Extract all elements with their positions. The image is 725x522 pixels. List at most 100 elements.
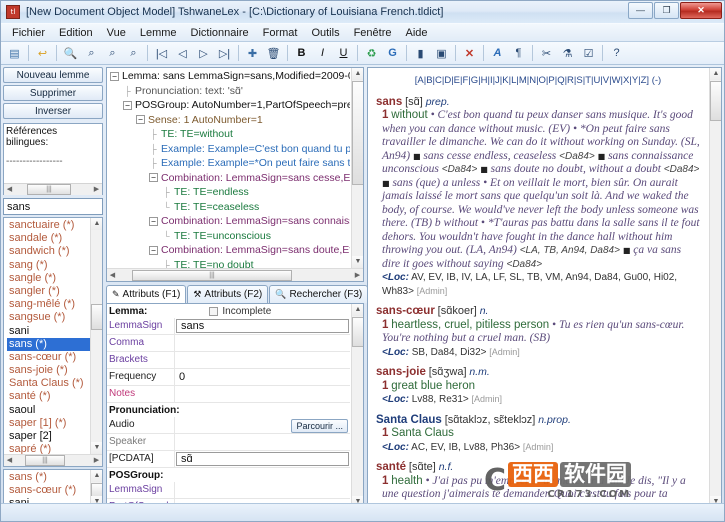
add-icon[interactable]: ✚ — [243, 44, 262, 63]
hscroll-track[interactable]: ||| — [15, 183, 91, 195]
tree-node[interactable]: ├ Example: Example=C'est bon quand tu peu… — [107, 142, 350, 157]
close-x-icon[interactable]: ✕ — [460, 44, 479, 63]
paragraph-icon[interactable]: ¶ — [509, 44, 528, 63]
list-item[interactable]: sans-cœur (*) — [7, 351, 90, 364]
maximize-button[interactable]: ❐ — [654, 2, 679, 19]
scroll-up-icon[interactable]: ▲ — [91, 470, 102, 482]
dictionary-entry[interactable]: sans-joie [sɑ̃ʒwa] n.m. 1 great blue hero… — [376, 366, 700, 407]
list-item[interactable]: Santa Claus (*) — [7, 377, 90, 390]
list-item[interactable]: sanctuaire (*) — [7, 219, 90, 232]
list-item[interactable]: sangsue (*) — [7, 311, 90, 324]
attribute-value-input[interactable] — [175, 434, 350, 450]
binoculars-icon[interactable]: 🔍 — [61, 44, 80, 63]
attribute-value-input[interactable] — [175, 482, 350, 498]
list-item[interactable]: sangle (*) — [7, 272, 90, 285]
tree-node[interactable]: ├ TE: TE=no doubt — [107, 258, 350, 269]
last-record-icon[interactable]: ▷| — [215, 44, 234, 63]
dictionary-entry[interactable]: sans-cœur [sɑ̃koer] n. 1 heartless, cruel… — [376, 305, 700, 359]
spell-icon[interactable]: ⚗ — [558, 44, 577, 63]
tree-node[interactable]: − Sense: 1 AutoNumber=1 — [107, 113, 350, 128]
list-item[interactable]: sans-joie (*) — [7, 364, 90, 377]
font-icon[interactable]: A — [488, 44, 507, 63]
attribute-value-input[interactable]: sɑ̃ — [176, 452, 349, 466]
hscroll-thumb[interactable]: ||| — [25, 455, 65, 466]
scroll-down-icon[interactable]: ▼ — [352, 256, 363, 268]
browse-button[interactable]: Parcourir ... — [291, 418, 348, 433]
list-item[interactable]: santé (*) — [7, 390, 90, 403]
google-icon[interactable]: G — [383, 44, 402, 63]
bold-icon[interactable]: B — [292, 44, 311, 63]
tree-collapse-icon[interactable]: − — [149, 245, 158, 255]
tree-node[interactable]: ├ Pronunciation: text: 'sɑ̃' — [107, 84, 350, 99]
scroll-left-icon[interactable]: ◀ — [4, 183, 15, 195]
list-item[interactable]: sandwich (*) — [7, 245, 90, 258]
scroll-right-icon[interactable]: ▶ — [91, 183, 102, 195]
hscroll-track[interactable]: ||| — [15, 455, 91, 466]
zoom-out-icon[interactable]: ⌕ — [124, 44, 143, 63]
scroll-down-icon[interactable]: ▼ — [91, 442, 102, 454]
menu-item-outils[interactable]: Outils — [304, 25, 346, 41]
menu-item-dictionnaire[interactable]: Dictionnaire — [184, 25, 256, 41]
attributes-vscrollbar[interactable]: ▲ ▼ — [351, 304, 363, 508]
close-button[interactable]: ✕ — [680, 2, 722, 19]
attribute-value-input[interactable]: 0 — [175, 369, 350, 385]
next-record-icon[interactable]: ▷ — [194, 44, 213, 63]
vscroll-thumb[interactable] — [710, 81, 721, 121]
scroll-right-icon[interactable]: ▶ — [91, 455, 102, 466]
minimize-button[interactable]: — — [628, 2, 653, 19]
tree-node[interactable]: −Combination: LemmaSign=sans cesse,Etymo… — [107, 171, 350, 186]
list-item[interactable]: saoul — [7, 404, 90, 417]
list-item[interactable]: sangler (*) — [7, 285, 90, 298]
list-item[interactable]: saper [1] (*) — [7, 417, 90, 430]
tab-attributs-f2[interactable]: ⚒ Attributs (F2) — [187, 285, 269, 303]
list-item[interactable]: sang (*) — [7, 259, 90, 272]
hscroll-track[interactable]: ||| — [118, 269, 352, 281]
scroll-right-icon[interactable]: ▶ — [352, 269, 363, 281]
zoom-in-icon[interactable]: ⌕ — [103, 44, 122, 63]
tree-collapse-icon[interactable]: − — [136, 115, 145, 125]
prev-record-icon[interactable]: ◁ — [173, 44, 192, 63]
cut-icon[interactable]: ✂ — [537, 44, 556, 63]
tree-collapse-icon[interactable]: − — [149, 173, 158, 183]
tree-node[interactable]: −Combination: LemmaSign=sans connaissanc… — [107, 214, 350, 229]
dom-tree-view[interactable]: − Lemma: sans LemmaSign=sans,Modified=200… — [106, 67, 364, 282]
zoom-icon[interactable]: ⌕ — [82, 44, 101, 63]
inverser-button[interactable]: Inverser — [3, 103, 103, 119]
save-icon[interactable]: ▤ — [5, 44, 24, 63]
tree-node[interactable]: ├ TE: TE=endless — [107, 185, 350, 200]
scroll-up-icon[interactable]: ▲ — [710, 68, 721, 80]
menu-item-lemme[interactable]: Lemme — [133, 25, 184, 41]
nouveau-lemme-button[interactable]: Nouveau lemme — [3, 67, 103, 83]
lemma-list-hscrollbar[interactable]: ◀ ||| ▶ — [4, 454, 102, 466]
calendar-icon[interactable]: ▣ — [432, 44, 451, 63]
first-record-icon[interactable]: |◁ — [152, 44, 171, 63]
attributes-panel[interactable]: Lemma: Incomplete LemmaSign sans Comma Bracke… — [106, 303, 364, 521]
attribute-value-input[interactable]: sans — [176, 319, 349, 333]
dictionary-entry[interactable]: sans [sɑ̃] prep. 1 without • C'est bon qu… — [376, 96, 700, 299]
list-item[interactable]: sans-cœur (*) — [7, 484, 90, 497]
scroll-up-icon[interactable]: ▲ — [352, 304, 363, 316]
vscroll-thumb[interactable] — [91, 304, 102, 330]
vscroll-thumb[interactable] — [352, 317, 363, 347]
lemma-search-input[interactable]: sans — [3, 198, 103, 215]
hscroll-thumb[interactable]: ||| — [27, 183, 71, 195]
refresh-icon[interactable]: ♻ — [362, 44, 381, 63]
tree-node[interactable]: └ TE: TE=unconscious — [107, 229, 350, 244]
scroll-up-icon[interactable]: ▲ — [91, 218, 102, 230]
tree-node[interactable]: − POSGroup: AutoNumber=1,PartOfSpeech=pre… — [107, 98, 350, 113]
attribute-value-input[interactable] — [175, 335, 350, 351]
incomplete-checkbox[interactable] — [209, 307, 219, 316]
check-icon[interactable]: ☑ — [579, 44, 598, 63]
chart-icon[interactable]: ▮ — [411, 44, 430, 63]
list-item[interactable]: sang-mêlé (*) — [7, 298, 90, 311]
supprimer-button[interactable]: Supprimer — [3, 85, 103, 101]
scroll-left-icon[interactable]: ◀ — [107, 269, 118, 281]
italic-icon[interactable]: I — [313, 44, 332, 63]
tree-node[interactable]: ├ TE: TE=without — [107, 127, 350, 142]
tree-node[interactable]: − Lemma: sans LemmaSign=sans,Modified=200… — [107, 69, 350, 84]
tree-collapse-icon[interactable]: − — [123, 100, 132, 110]
tree-collapse-icon[interactable]: − — [149, 216, 158, 226]
menu-item-fenetre[interactable]: Fenêtre — [347, 25, 399, 41]
tab-attributs-f1[interactable]: ✎ Attributs (F1) — [106, 285, 187, 303]
list-item[interactable]: sapré (*) — [7, 443, 90, 454]
